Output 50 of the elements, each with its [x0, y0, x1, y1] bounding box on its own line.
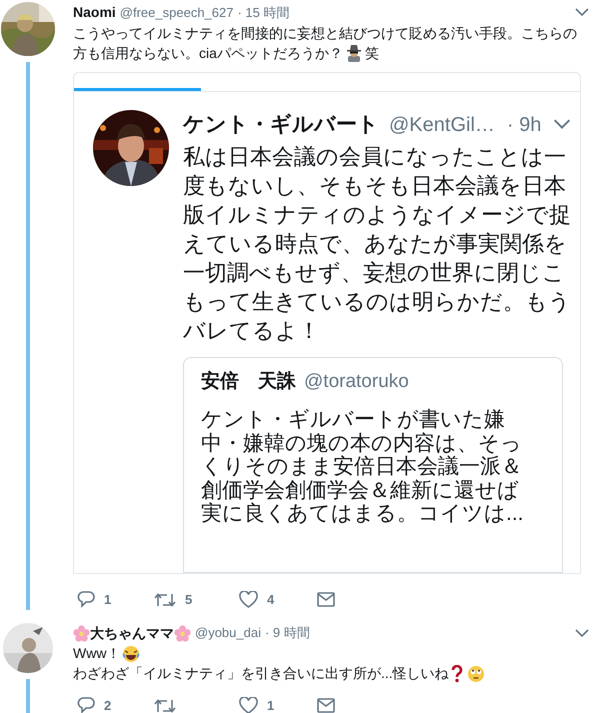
caret-icon[interactable] [553, 119, 572, 130]
author-handle: @free_speech_627 [120, 4, 234, 22]
action-count: 5 [185, 590, 192, 609]
eye-roll-face-icon [466, 664, 485, 682]
tweet-text: ケント・ギルバートが書いた嫌 [201, 408, 506, 432]
author-handle: @KentGil… [389, 112, 495, 138]
author-handle: @toratoruko [304, 370, 409, 394]
tweet-text: 実に良くあてはまる。コイツは... [201, 502, 525, 526]
retweet-icon[interactable] [154, 698, 176, 713]
reply-icon[interactable] [77, 697, 95, 713]
tweet-time: · 15 時間 [237, 4, 290, 22]
flower-icon [73, 624, 90, 642]
author-name: 安倍 天誅 [201, 370, 296, 394]
tweet-text: バレてるよ！ [183, 316, 321, 344]
action-count: 2 [104, 696, 112, 713]
author-name: Naomi [73, 3, 116, 22]
tweet-text: こうやってイルミナティを間接的に妄想と結びつけて貶める汚い手段。こちらの [73, 24, 577, 42]
tweet-text: えている時点で、あなたが事実関係を [183, 230, 568, 258]
detective-icon [344, 44, 363, 62]
tweet-text: くりそのまま安倍日本会議一派＆ [201, 455, 523, 478]
tweet-time: · 9h [506, 112, 542, 138]
tweet-text: もって生きているのは明らかだ。もう [183, 288, 572, 316]
tweet-text: 中・嫌韓の塊の本の内容は、そっ [201, 432, 523, 455]
author-name: 大ちゃんママ [90, 624, 174, 642]
action-count: 1 [104, 590, 112, 609]
tweet-text: 版イルミナティのようなイメージで捉 [183, 200, 572, 228]
tweet-time: · 9 時間 [264, 624, 310, 642]
caret-icon[interactable] [575, 8, 589, 17]
author-name: ケント・ギルバート [183, 112, 379, 138]
heart-icon[interactable] [239, 697, 258, 713]
tweet-text: 笑 [364, 44, 379, 62]
retweet-icon[interactable] [154, 592, 176, 608]
caret-icon[interactable] [575, 628, 589, 638]
action-count: 1 [267, 696, 274, 713]
tweet-text: 度もないし、そもそも日本会議を日本 [183, 172, 567, 200]
reply-icon[interactable] [77, 591, 95, 608]
heart-icon[interactable] [239, 591, 258, 608]
question-mark-icon [450, 664, 463, 682]
tweet-text: Www！ [73, 644, 120, 663]
tweet-text: 創価学会創価学会＆維新に還せば [201, 478, 520, 502]
envelope-icon[interactable] [317, 698, 335, 713]
tweet-text: 一切調べもせず、妄想の世界に閉じこ [183, 258, 566, 286]
author-handle: @yobu_dai [195, 624, 261, 642]
tweet-text: わざわざ「イルミナティ」を引き合いに出す所が...怪しいね [73, 664, 449, 683]
tweet-text: 私は日本会議の会員になったことは一 [183, 142, 567, 170]
envelope-icon[interactable] [317, 592, 335, 607]
tweet-text: 方も信用ならない。ciaパペットだろうか？ [73, 44, 343, 62]
laughing-face-icon [122, 644, 140, 662]
flower-icon [174, 624, 191, 642]
action-count: 4 [267, 590, 274, 609]
